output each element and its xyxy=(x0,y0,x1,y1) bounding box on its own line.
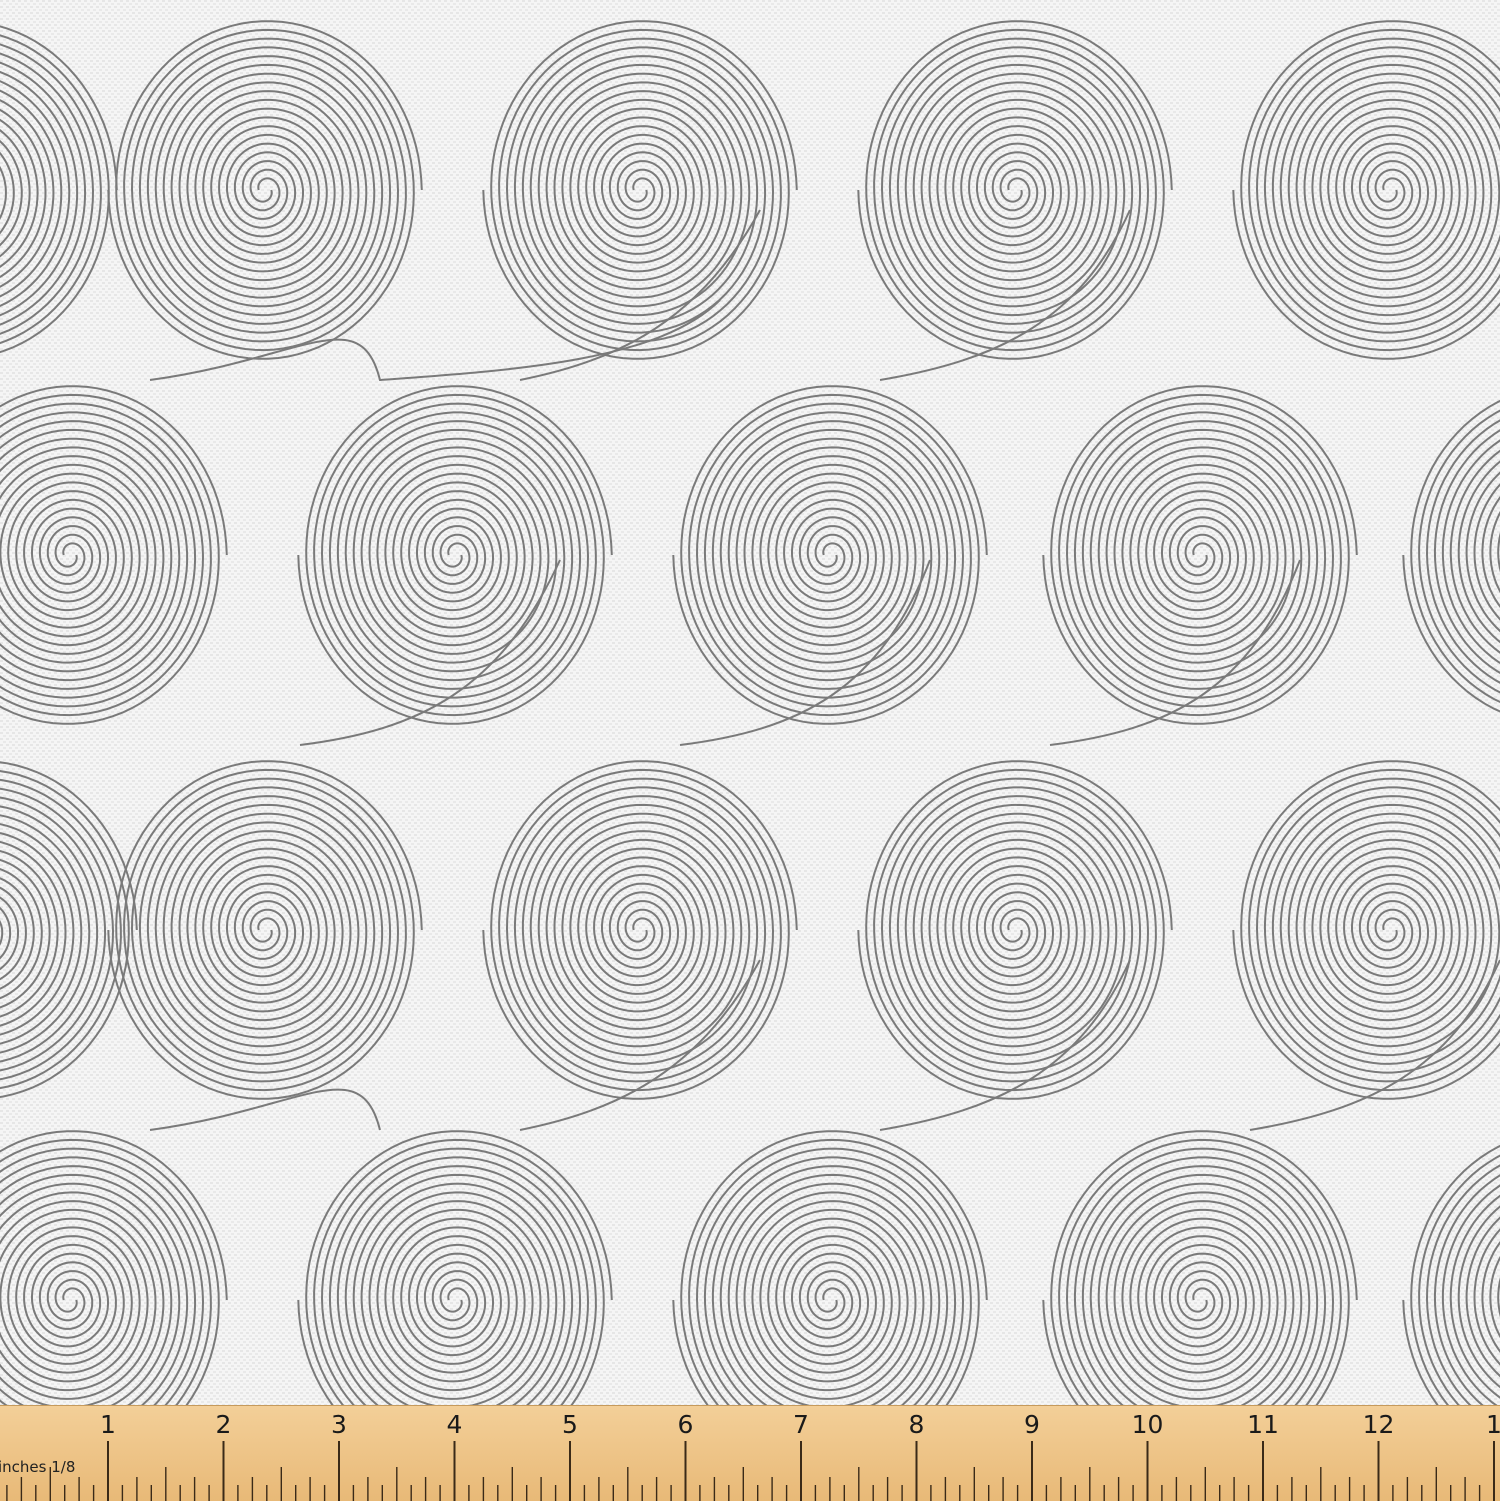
ruler-number: 7 xyxy=(793,1410,809,1439)
ruler-number: 8 xyxy=(908,1410,925,1439)
ruler-number: 11 xyxy=(1247,1410,1279,1439)
ruler-number: 1 xyxy=(1486,1410,1500,1439)
ruler-unit-label: inches 1/8 xyxy=(0,1458,76,1476)
ruler-number: 1 xyxy=(100,1410,116,1439)
ruler-number: 10 xyxy=(1131,1410,1164,1439)
measuring-ruler: 1 2 3 4 5 6 7 8 9 10 11 12 1 inches 1/8 xyxy=(0,1405,1500,1501)
ruler-number: 9 xyxy=(1024,1410,1040,1439)
spiral-pattern xyxy=(0,0,1500,1405)
ruler-number: 6 xyxy=(677,1410,694,1439)
ruler-number: 3 xyxy=(331,1410,347,1439)
ruler-number: 2 xyxy=(215,1410,232,1439)
ruler-number: 12 xyxy=(1362,1410,1395,1439)
ruler-number: 4 xyxy=(446,1410,463,1439)
ruler-number: 5 xyxy=(562,1410,578,1439)
fabric-swatch xyxy=(0,0,1500,1405)
